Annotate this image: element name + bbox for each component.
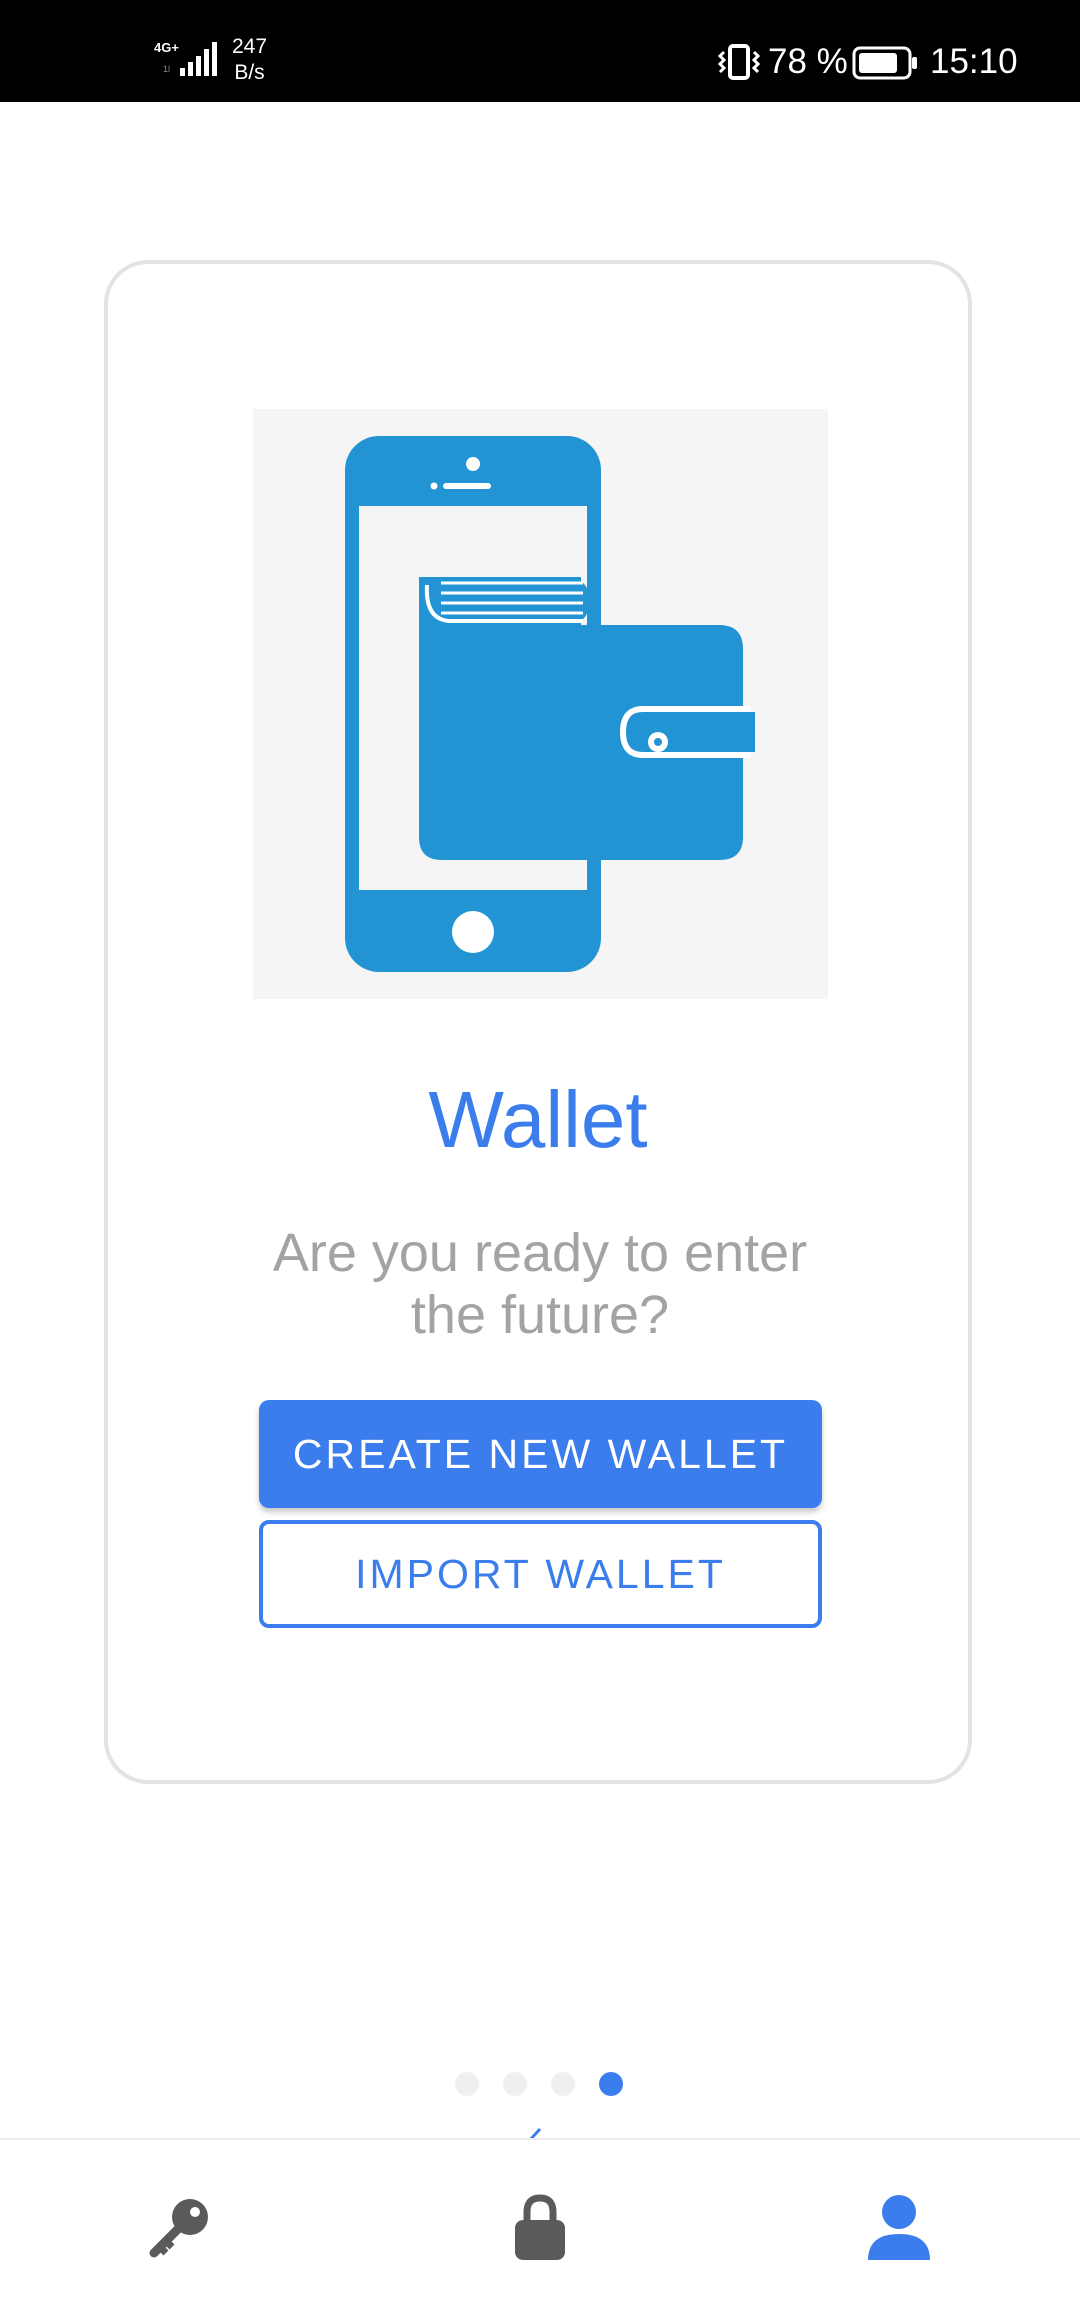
page-dot-2[interactable] xyxy=(503,2072,527,2096)
phone-wallet-icon xyxy=(253,409,828,999)
network-speed: 247 B/s xyxy=(232,34,267,86)
page-indicator xyxy=(455,2072,635,2096)
wallet-onboarding-screen: 4G+ 1l 247 B/s 78 % 15:10 Wallet Are you… xyxy=(0,0,1080,2310)
user-icon xyxy=(868,2195,930,2260)
battery-icon xyxy=(852,46,917,80)
svg-text:4G+: 4G+ xyxy=(154,40,179,55)
status-bar: 4G+ 1l 247 B/s 78 % 15:10 xyxy=(0,0,1080,102)
create-new-wallet-button[interactable]: CREATE NEW WALLET xyxy=(259,1400,822,1508)
network-speed-unit: B/s xyxy=(234,61,265,84)
wallet-title: Wallet xyxy=(428,1075,648,1164)
wallet-subtitle: Are you ready to enter the future? xyxy=(272,1223,808,1345)
nav-item-profile[interactable] xyxy=(864,2192,934,2262)
clock: 15:10 xyxy=(930,42,1018,81)
lock-icon xyxy=(515,2194,565,2260)
network-speed-value: 247 xyxy=(232,35,268,58)
nav-item-lock[interactable] xyxy=(505,2192,575,2262)
svg-text:1l: 1l xyxy=(163,64,170,74)
battery-percent: 78 % xyxy=(768,42,848,81)
signal-icon: 4G+ 1l xyxy=(154,40,217,76)
bottom-nav xyxy=(0,2138,1080,2310)
page-dot-3[interactable] xyxy=(551,2072,575,2096)
nav-item-keys[interactable] xyxy=(146,2192,216,2262)
page-dot-1[interactable] xyxy=(455,2072,479,2096)
page-dot-4-active[interactable] xyxy=(599,2072,623,2096)
key-icon xyxy=(149,2199,208,2258)
vibrate-icon xyxy=(718,44,760,80)
import-wallet-button[interactable]: IMPORT WALLET xyxy=(259,1520,822,1628)
